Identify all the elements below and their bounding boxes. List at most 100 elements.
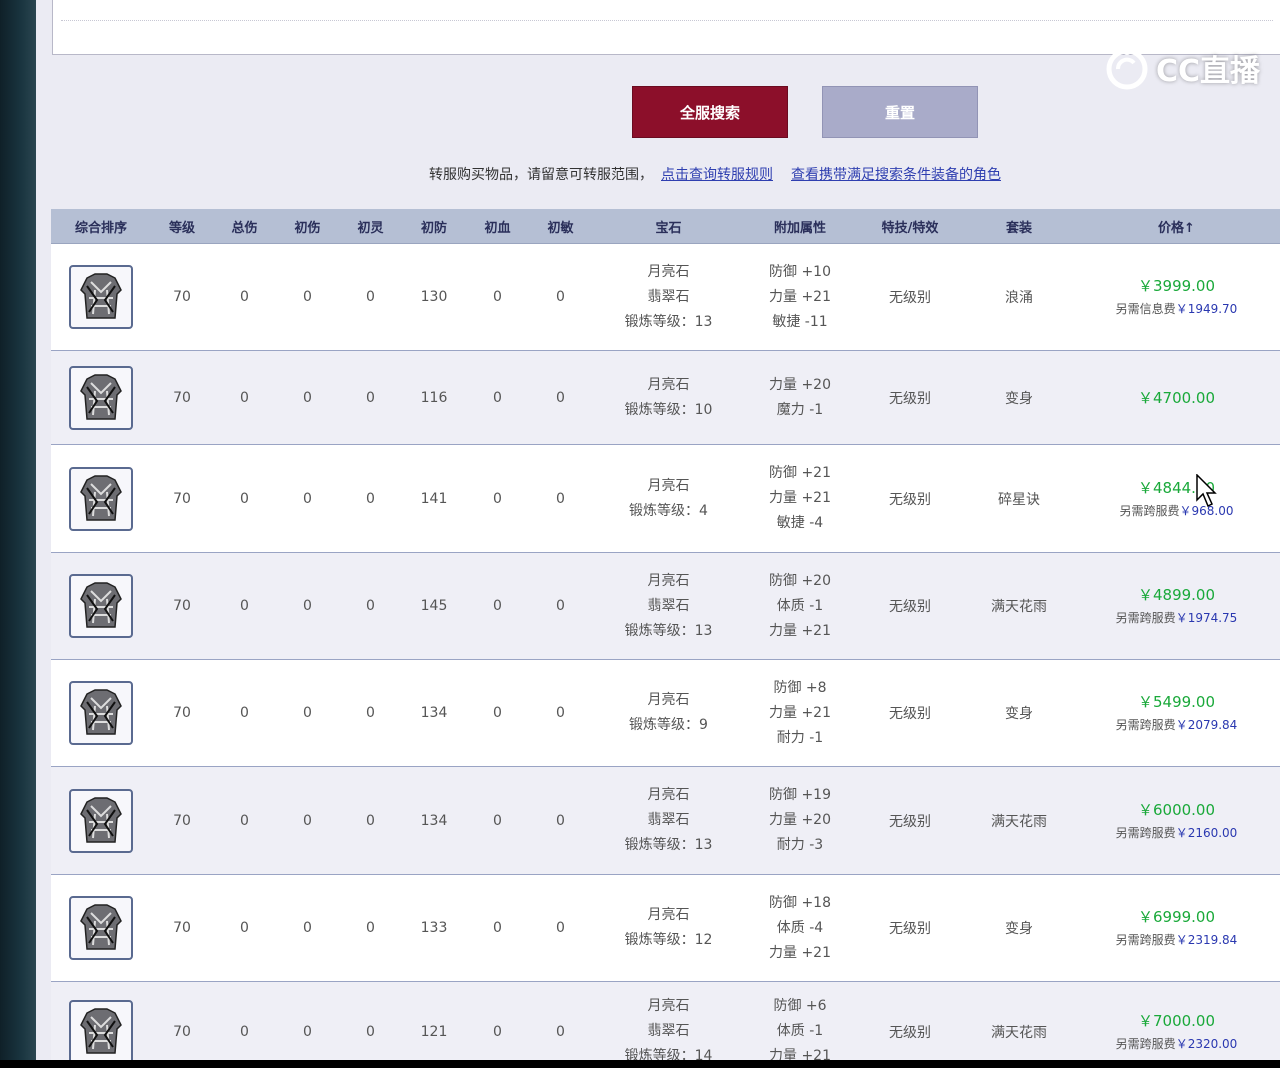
col-gems: 宝石 bbox=[592, 209, 745, 244]
item-thumb-cell[interactable] bbox=[51, 659, 151, 767]
extra-fee: 另需跨服费￥2079.84 bbox=[1073, 714, 1280, 736]
view-roles-link[interactable]: 查看携带满足搜索条件装备的角色 bbox=[791, 167, 1001, 183]
attributes-cell: 防御 +21 力量 +21 敏捷 -4 bbox=[745, 444, 855, 553]
attribute-line: 力量 +21 bbox=[769, 1048, 831, 1060]
init-defense-cell: 141 bbox=[402, 444, 466, 553]
transfer-notice: 转服购买物品，请留意可转服范围， 点击查询转服规则 查看携带满足搜索条件装备的角色 bbox=[429, 164, 1001, 184]
skill-cell: 无级别 bbox=[855, 552, 965, 660]
armor-icon bbox=[80, 796, 122, 843]
extra-fee: 另需跨服费￥1974.75 bbox=[1073, 607, 1280, 629]
item-thumbnail[interactable] bbox=[69, 681, 133, 745]
table-row[interactable]: 70 0 0 0 141 0 0 月亮石 锻炼等级：4 防御 +21 力量 +21 敏捷 -4 无级别碎… bbox=[51, 444, 1280, 553]
init-damage-cell: 0 bbox=[276, 874, 339, 982]
gem-line: 月亮石 bbox=[647, 376, 690, 393]
init-damage-cell: 0 bbox=[276, 350, 339, 445]
item-thumbnail[interactable] bbox=[69, 365, 133, 430]
cc-logo-icon bbox=[1106, 47, 1148, 90]
gem-line: 月亮石 bbox=[647, 787, 690, 803]
init-defense-cell: 133 bbox=[402, 874, 466, 982]
table-row[interactable]: 70 0 0 0 116 0 0 月亮石 锻炼等级：10 力量 +20 魔力 -1 无级别 变身 ￥470… bbox=[51, 350, 1280, 445]
col-price[interactable]: 价格↑ bbox=[1073, 209, 1280, 244]
init-defense-cell: 134 bbox=[402, 659, 466, 767]
window-edge bbox=[0, 0, 36, 1060]
attributes-cell: 防御 +20 体质 -1 力量 +21 bbox=[745, 552, 855, 660]
attribute-line: 力量 +21 bbox=[769, 704, 831, 721]
init-damage-cell: 0 bbox=[276, 981, 339, 1060]
total-damage-cell: 0 bbox=[213, 350, 276, 445]
item-thumb-cell[interactable] bbox=[51, 444, 151, 553]
init-hp-cell: 0 bbox=[466, 659, 529, 767]
col-init-spirit[interactable]: 初灵 bbox=[339, 209, 402, 244]
item-thumb-cell[interactable] bbox=[51, 350, 151, 445]
col-set: 套装 bbox=[965, 209, 1073, 244]
gem-line: 翡翠石 bbox=[647, 288, 690, 305]
init-defense-cell: 116 bbox=[402, 350, 466, 445]
gem-line: 月亮石 bbox=[647, 692, 690, 708]
extra-fee: 另需信息费￥1949.70 bbox=[1073, 298, 1280, 320]
init-damage-cell: 0 bbox=[276, 659, 339, 767]
attributes-cell: 力量 +20 魔力 -1 bbox=[745, 350, 855, 445]
gem-line: 月亮石 bbox=[647, 572, 690, 589]
gem-line: 翡翠石 bbox=[647, 812, 690, 828]
gem-line: 月亮石 bbox=[647, 907, 690, 923]
item-thumbnail[interactable] bbox=[69, 788, 133, 853]
col-sort[interactable]: 综合排序 bbox=[51, 209, 151, 244]
extra-fee-label: 另需信息费 bbox=[1115, 302, 1176, 316]
col-init-hp[interactable]: 初血 bbox=[466, 209, 529, 244]
search-filter-panel bbox=[52, 0, 1280, 55]
col-init-damage[interactable]: 初伤 bbox=[276, 209, 339, 244]
total-damage-cell: 0 bbox=[213, 444, 276, 553]
transfer-rules-link[interactable]: 点击查询转服规则 bbox=[661, 167, 773, 183]
table-row[interactable]: 70 0 0 0 133 0 0 月亮石 锻炼等级：12 防御 +18 体质 -4 力量 +21 无级别… bbox=[51, 874, 1280, 982]
reset-button[interactable]: 重置 bbox=[822, 86, 978, 138]
init-damage-cell: 0 bbox=[276, 444, 339, 553]
item-thumb-cell[interactable] bbox=[51, 874, 151, 982]
item-thumbnail[interactable] bbox=[69, 896, 133, 960]
item-thumbnail[interactable] bbox=[69, 999, 133, 1060]
extra-fee-amount: ￥2160.00 bbox=[1175, 825, 1238, 840]
armor-icon bbox=[80, 474, 122, 521]
price-cell: ￥5499.00 另需跨服费￥2079.84 bbox=[1073, 659, 1280, 767]
set-cell: 满天花雨 bbox=[965, 552, 1073, 660]
set-cell: 浪涌 bbox=[965, 243, 1073, 351]
level-cell: 70 bbox=[151, 552, 213, 660]
item-thumb-cell[interactable] bbox=[51, 552, 151, 660]
extra-fee-label: 另需跨服费 bbox=[1115, 933, 1176, 947]
init-agility-cell: 0 bbox=[529, 981, 592, 1060]
table-row[interactable]: 70 0 0 0 134 0 0 月亮石 翡翠石 锻炼等级：13 防御 +19 力量 +20 耐力 -3… bbox=[51, 766, 1280, 875]
table-row[interactable]: 70 0 0 0 121 0 0 月亮石 翡翠石 锻炼等级：14 防御 +6 体质 -1 力量 +21 无… bbox=[51, 981, 1280, 1060]
col-init-defense[interactable]: 初防 bbox=[402, 209, 466, 244]
full-server-search-button[interactable]: 全服搜索 bbox=[632, 86, 788, 138]
col-level[interactable]: 等级 bbox=[151, 209, 213, 244]
attribute-line: 防御 +19 bbox=[769, 787, 831, 803]
item-thumbnail[interactable] bbox=[69, 574, 133, 638]
init-hp-cell: 0 bbox=[466, 350, 529, 445]
armor-icon bbox=[80, 904, 122, 950]
level-cell: 70 bbox=[151, 766, 213, 875]
item-thumb-cell[interactable] bbox=[51, 243, 151, 351]
price-value: ￥4844.00 bbox=[1137, 478, 1216, 497]
item-thumb-cell[interactable] bbox=[51, 981, 151, 1060]
price-value: ￥7000.00 bbox=[1137, 1011, 1216, 1030]
init-spirit-cell: 0 bbox=[339, 874, 402, 982]
item-thumbnail[interactable] bbox=[69, 466, 133, 531]
col-init-agility[interactable]: 初敏 bbox=[529, 209, 592, 244]
init-agility-cell: 0 bbox=[529, 243, 592, 351]
attributes-cell: 防御 +19 力量 +20 耐力 -3 bbox=[745, 766, 855, 875]
item-thumb-cell[interactable] bbox=[51, 766, 151, 875]
item-thumbnail[interactable] bbox=[69, 265, 133, 329]
init-spirit-cell: 0 bbox=[339, 444, 402, 553]
gems-cell: 月亮石 翡翠石 锻炼等级：13 bbox=[592, 766, 745, 875]
total-damage-cell: 0 bbox=[213, 981, 276, 1060]
attribute-line: 防御 +18 bbox=[769, 894, 831, 911]
extra-fee-label: 另需跨服费 bbox=[1115, 1036, 1176, 1051]
gem-line: 锻炼等级：9 bbox=[629, 717, 708, 733]
table-row[interactable]: 70 0 0 0 145 0 0 月亮石 翡翠石 锻炼等级：13 防御 +20 体质 -1 力量 +21… bbox=[51, 552, 1280, 660]
level-cell: 70 bbox=[151, 659, 213, 767]
attribute-line: 体质 -1 bbox=[776, 1023, 824, 1039]
table-row[interactable]: 70 0 0 0 130 0 0 月亮石 翡翠石 锻炼等级：13 防御 +10 力量 +21 敏捷 -1… bbox=[51, 243, 1280, 351]
skill-cell: 无级别 bbox=[855, 766, 965, 875]
skill-cell: 无级别 bbox=[855, 981, 965, 1060]
table-row[interactable]: 70 0 0 0 134 0 0 月亮石 锻炼等级：9 防御 +8 力量 +21 耐力 -1 无级别 变身… bbox=[51, 659, 1280, 767]
col-total-damage[interactable]: 总伤 bbox=[213, 209, 276, 244]
